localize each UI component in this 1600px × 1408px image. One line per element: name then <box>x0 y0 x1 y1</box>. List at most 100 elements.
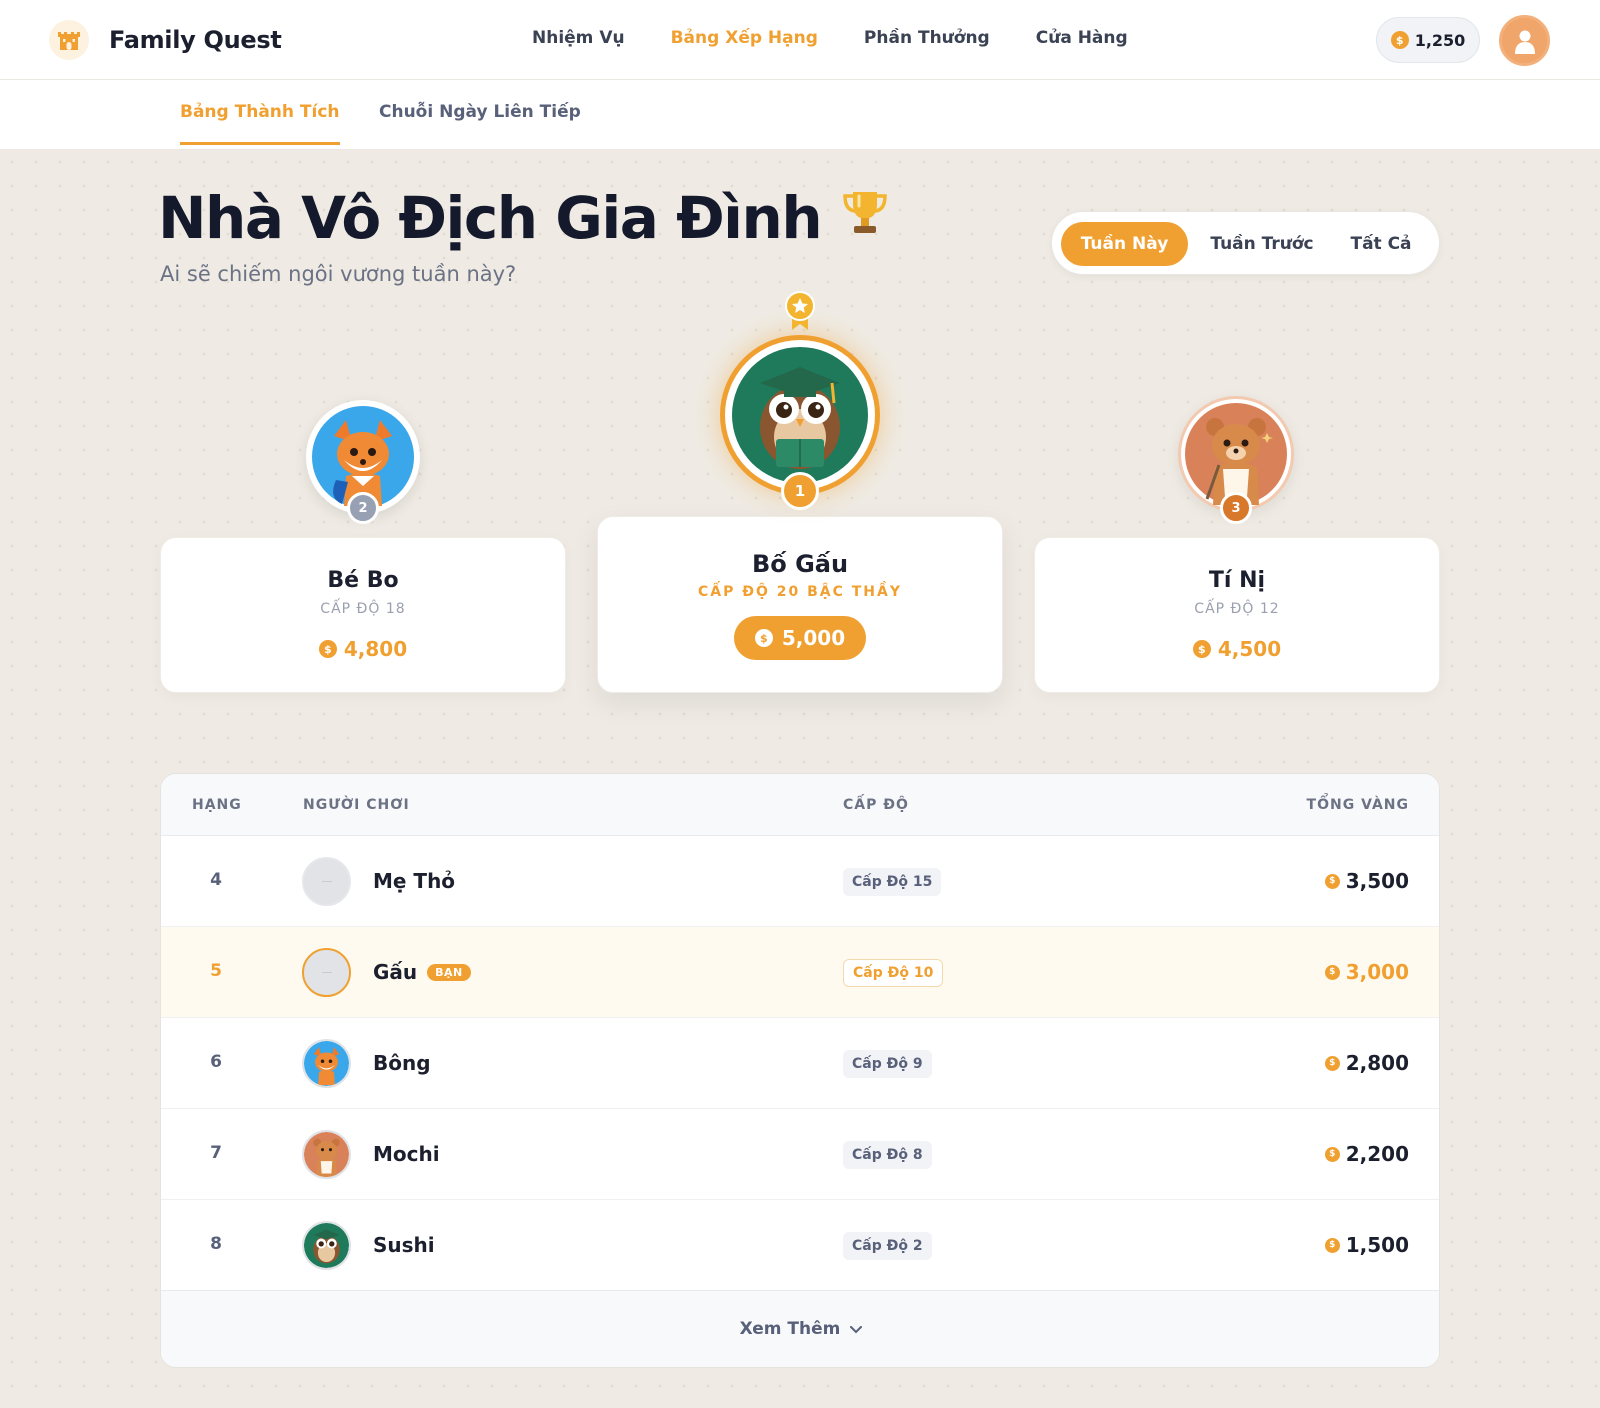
user-avatar[interactable] <box>1499 15 1550 66</box>
podium-first-name: Bố Gấu <box>751 550 849 578</box>
brand-name: Family Quest <box>109 26 282 54</box>
trophy-icon <box>839 184 891 252</box>
row-level-badge: Cấp Độ 8 <box>843 1141 932 1169</box>
table-row[interactable]: 8 Sushi Cấp Độ 2 $ 1,500 <box>161 1200 1439 1291</box>
nav-leaderboard[interactable]: Bảng Xếp Hạng <box>671 28 818 48</box>
table-row[interactable]: 4 Mẹ Thỏ Cấp Độ 15 $ 3,500 <box>161 836 1439 927</box>
tab-achievements[interactable]: Bảng Thành Tích <box>180 102 340 145</box>
page-title: Nhà Vô Địch Gia Đình <box>158 184 891 252</box>
owl-icon <box>302 1221 351 1270</box>
row-player-name-text: Mochi <box>373 1142 440 1166</box>
podium-second-level: CẤP ĐỘ 18 <box>320 601 406 617</box>
podium-first-rank-badge: 1 <box>781 472 819 510</box>
header-player: NGƯỜI CHƠI <box>303 797 410 813</box>
coin-icon: $ <box>318 640 337 658</box>
row-level-badge: Cấp Độ 10 <box>843 959 944 987</box>
row-gold-value: 3,000 <box>1345 960 1409 984</box>
top-bar: Family Quest Nhiệm Vụ Bảng Xếp Hạng Phần… <box>0 0 1600 80</box>
bear-icon <box>302 1130 351 1179</box>
leaderboard-table: HẠNG NGƯỜI CHƠI CẤP ĐỘ TỔNG VÀNG 4 Mẹ Th… <box>160 773 1440 1368</box>
row-gold: $ 1,500 <box>1324 1233 1409 1257</box>
row-rank: 4 <box>210 870 222 890</box>
table-header: HẠNG NGƯỜI CHƠI CẤP ĐỘ TỔNG VÀNG <box>161 774 1439 836</box>
podium-first-score: $ 5,000 <box>733 616 867 660</box>
row-gold: $ 2,800 <box>1324 1051 1409 1075</box>
podium-third-name: Tí Nị <box>1208 568 1266 593</box>
row-rank: 5 <box>210 961 222 981</box>
view-more-button[interactable]: Xem Thêm <box>161 1290 1439 1367</box>
coin-icon: $ <box>1324 1055 1340 1071</box>
row-player-name: Gấu BẠN <box>373 960 471 984</box>
nav-tasks[interactable]: Nhiệm Vụ <box>532 28 625 48</box>
podium-first-score-value: 5,000 <box>781 626 846 650</box>
row-player-name-text: Mẹ Thỏ <box>373 869 456 893</box>
range-this-week[interactable]: Tuần Này <box>1061 222 1188 266</box>
row-level-badge: Cấp Độ 2 <box>843 1232 932 1260</box>
range-last-week[interactable]: Tuần Trước <box>1194 222 1330 266</box>
table-row[interactable]: 7 Mochi Cấp Độ 8 $ 2,200 <box>161 1109 1439 1200</box>
page-title-text: Nhà Vô Địch Gia Đình <box>158 184 823 252</box>
podium-first-avatar[interactable] <box>720 335 880 495</box>
range-all-time[interactable]: Tất Cả <box>1333 222 1429 266</box>
coin-icon: $ <box>1324 1237 1340 1253</box>
row-player-name-text: Bông <box>373 1051 431 1075</box>
podium-third-card[interactable]: Tí Nị CẤP ĐỘ 12 $ 4,500 <box>1034 537 1440 693</box>
podium-second-rank-badge: 2 <box>347 492 379 524</box>
row-rank: 8 <box>210 1234 222 1254</box>
coin-icon: $ <box>1324 1146 1340 1162</box>
coin-balance-value: 1,250 <box>1414 30 1466 50</box>
podium-second-score: $ 4,800 <box>161 637 565 661</box>
avatar-placeholder-icon <box>302 948 351 997</box>
podium-third-score: $ 4,500 <box>1035 637 1439 661</box>
podium-second-name: Bé Bo <box>327 568 399 593</box>
row-gold-value: 3,500 <box>1345 869 1409 893</box>
time-range-switch: Tuần Này Tuần Trước Tất Cả <box>1051 211 1440 275</box>
coin-icon: $ <box>754 629 773 647</box>
podium-first-card[interactable]: Bố Gấu CẤP ĐỘ 20 BẬC THẦY $ 5,000 <box>597 516 1003 693</box>
podium-third-rank-badge: 3 <box>1220 492 1252 524</box>
nav-shop[interactable]: Cửa Hàng <box>1036 28 1128 48</box>
podium-third-level: CẤP ĐỘ 12 <box>1194 601 1280 617</box>
row-player-name: Mẹ Thỏ <box>373 869 455 893</box>
bear-icon <box>1185 403 1287 505</box>
fox-icon <box>302 1039 351 1088</box>
page-subtitle: Ai sẽ chiếm ngôi vương tuần này? <box>160 262 517 286</box>
tab-streak[interactable]: Chuỗi Ngày Liên Tiếp <box>379 102 581 142</box>
table-row-current-user[interactable]: 5 Gấu BẠN Cấp Độ 10 $ 3,000 <box>161 927 1439 1018</box>
row-rank: 6 <box>210 1052 222 1072</box>
view-more-label: Xem Thêm <box>739 1319 841 1339</box>
row-gold-value: 2,200 <box>1345 1142 1409 1166</box>
coin-icon: $ <box>1324 873 1340 889</box>
row-gold: $ 3,000 <box>1324 960 1409 984</box>
row-rank: 7 <box>210 1143 222 1163</box>
row-player-name: Mochi <box>373 1142 440 1166</box>
row-player-name: Bông <box>373 1051 431 1075</box>
nav-rewards[interactable]: Phần Thưởng <box>864 28 990 48</box>
main-nav: Nhiệm Vụ Bảng Xếp Hạng Phần Thưởng Cửa H… <box>532 28 1174 48</box>
you-badge: BẠN <box>427 963 471 981</box>
row-player-name: Sushi <box>373 1233 435 1257</box>
sub-tabs: Bảng Thành Tích Chuỗi Ngày Liên Tiếp <box>0 80 1600 150</box>
header-gold: TỔNG VÀNG <box>1306 797 1409 813</box>
owl-icon <box>732 347 868 483</box>
podium-second-card[interactable]: Bé Bo CẤP ĐỘ 18 $ 4,800 <box>160 537 566 693</box>
row-gold: $ 3,500 <box>1324 869 1409 893</box>
podium-third-score-value: 4,500 <box>1217 637 1282 661</box>
row-player-name-text: Gấu <box>373 960 418 984</box>
castle-icon <box>49 20 89 60</box>
avatar-placeholder-icon <box>302 857 351 906</box>
row-player-name-text: Sushi <box>373 1233 435 1257</box>
brand[interactable]: Family Quest <box>49 20 282 60</box>
row-gold-value: 2,800 <box>1345 1051 1409 1075</box>
header-rank: HẠNG <box>192 797 242 813</box>
ribbon-medal-icon <box>782 290 818 336</box>
row-gold: $ 2,200 <box>1324 1142 1409 1166</box>
chevron-down-icon <box>850 1319 863 1339</box>
podium-first-level: CẤP ĐỘ 20 BẬC THẦY <box>698 584 902 600</box>
coin-balance[interactable]: $ 1,250 <box>1376 17 1480 63</box>
podium-first-score-wrap: $ 5,000 <box>598 616 1002 660</box>
table-row[interactable]: 6 Bông Cấp Độ 9 $ 2,800 <box>161 1018 1439 1109</box>
user-icon <box>1514 30 1535 54</box>
coin-icon: $ <box>1390 31 1409 49</box>
podium-second-score-value: 4,800 <box>343 637 408 661</box>
